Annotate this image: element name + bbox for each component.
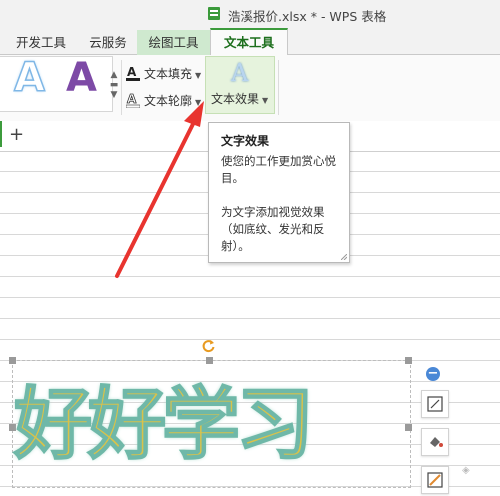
watermark-logo: ◈ (462, 465, 470, 476)
annotation-arrow (115, 101, 204, 278)
